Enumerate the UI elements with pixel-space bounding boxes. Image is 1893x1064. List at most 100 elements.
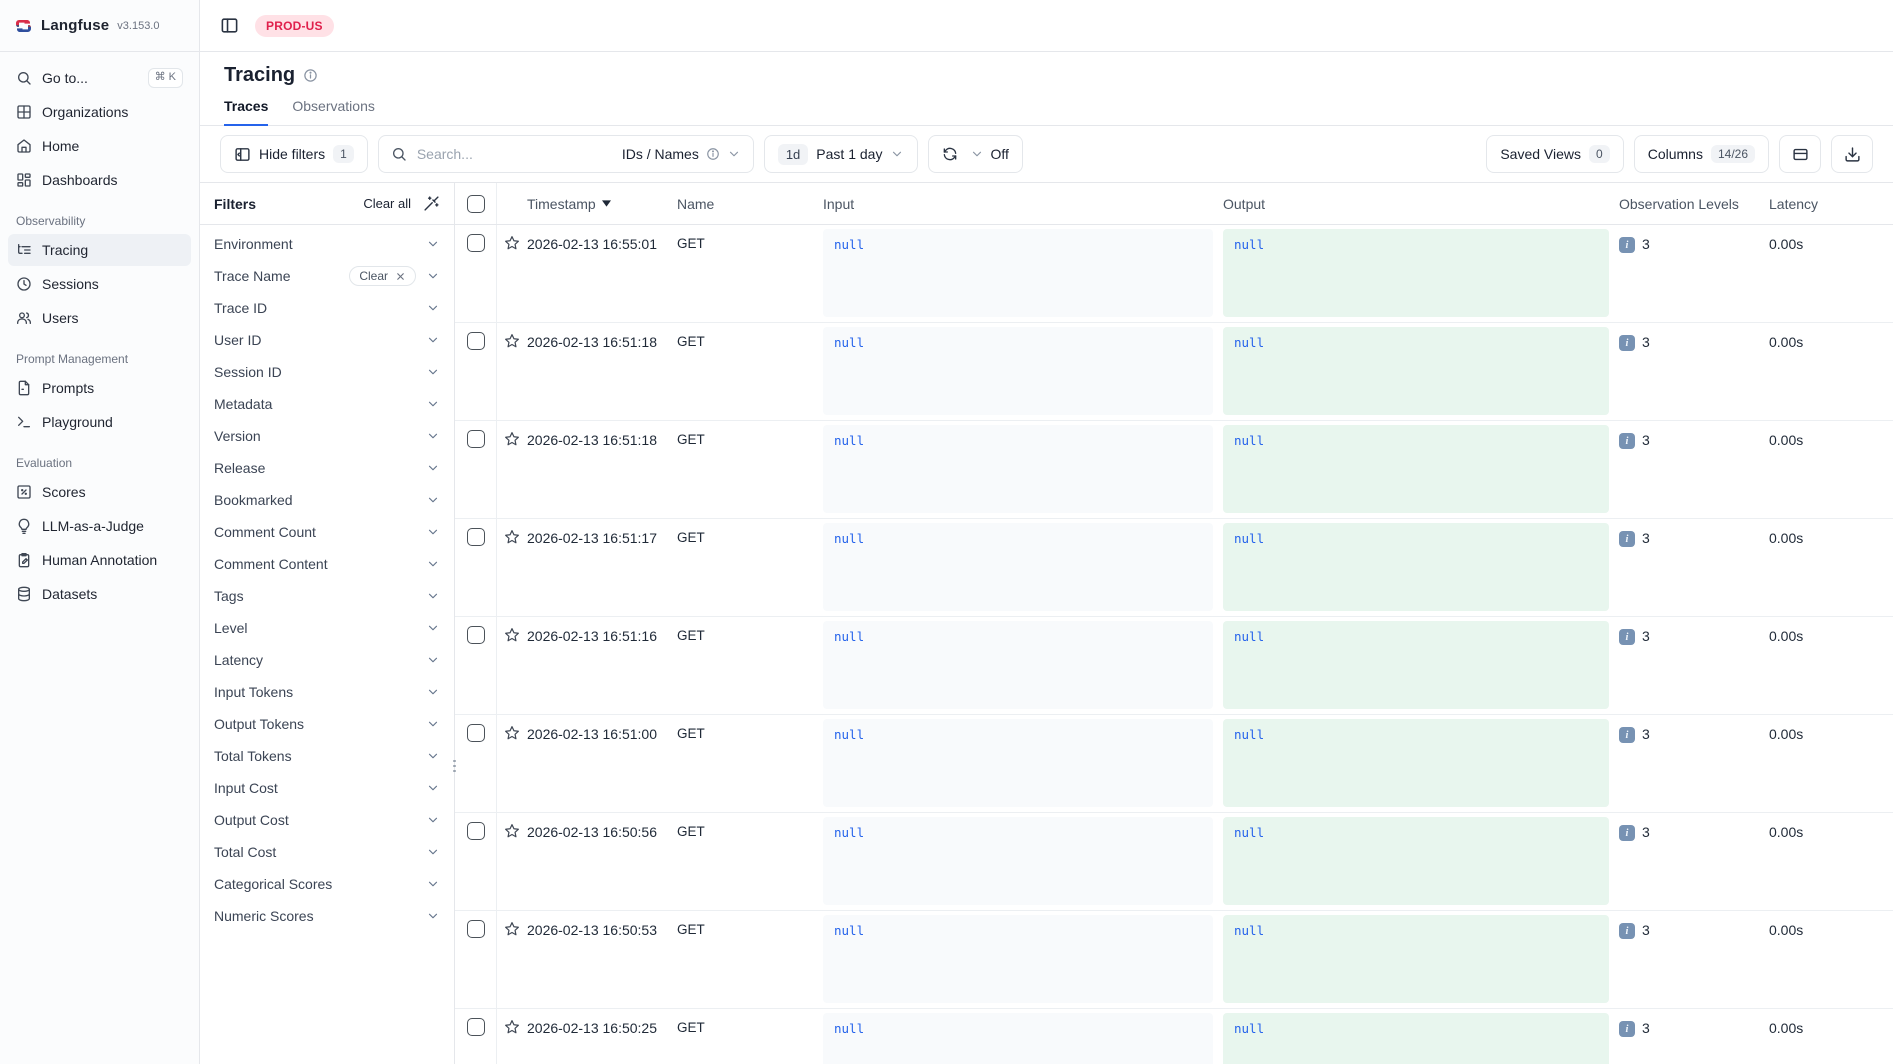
- trace-input-cell[interactable]: null: [823, 229, 1213, 317]
- chevron-down-icon[interactable]: [426, 237, 440, 251]
- chevron-down-icon[interactable]: [426, 365, 440, 379]
- row-checkbox[interactable]: [467, 724, 485, 742]
- trace-name[interactable]: GET: [677, 519, 823, 616]
- filter-row[interactable]: User ID: [200, 324, 454, 356]
- chevron-down-icon[interactable]: [426, 877, 440, 891]
- table-row[interactable]: 2026-02-13 16:50:25 GET null null i 3 0.…: [455, 1009, 1893, 1064]
- hide-filters-button[interactable]: Hide filters 1: [220, 135, 368, 173]
- filter-row[interactable]: Comment Content: [200, 548, 454, 580]
- filter-row[interactable]: Trace ID: [200, 292, 454, 324]
- search-scope-select[interactable]: IDs / Names: [622, 146, 741, 162]
- sidebar-item-home[interactable]: Home: [8, 130, 191, 162]
- column-header-timestamp[interactable]: Timestamp: [527, 183, 677, 224]
- sidebar-item-playground[interactable]: Playground: [8, 406, 191, 438]
- bookmark-star-icon[interactable]: [504, 823, 520, 839]
- row-checkbox[interactable]: [467, 430, 485, 448]
- columns-button[interactable]: Columns 14/26: [1634, 135, 1769, 173]
- filter-row[interactable]: Release: [200, 452, 454, 484]
- filter-row[interactable]: Categorical Scores: [200, 868, 454, 900]
- chevron-down-icon[interactable]: [426, 301, 440, 315]
- trace-name[interactable]: GET: [677, 1009, 823, 1064]
- table-row[interactable]: 2026-02-13 16:51:17 GET null null i 3 0.…: [455, 519, 1893, 617]
- search-box[interactable]: IDs / Names: [378, 135, 754, 173]
- sidebar-item-prompts[interactable]: Prompts: [8, 372, 191, 404]
- row-checkbox[interactable]: [467, 528, 485, 546]
- column-header-observation-levels[interactable]: Observation Levels: [1619, 183, 1769, 224]
- info-icon[interactable]: [303, 68, 318, 83]
- filter-row[interactable]: Comment Count: [200, 516, 454, 548]
- sidebar-item-sessions[interactable]: Sessions: [8, 268, 191, 300]
- refresh-icon[interactable]: [942, 146, 958, 162]
- filter-row[interactable]: Trace Name Clear: [200, 260, 454, 292]
- trace-input-cell[interactable]: null: [823, 425, 1213, 513]
- chevron-down-icon[interactable]: [426, 525, 440, 539]
- filter-row[interactable]: Numeric Scores: [200, 900, 454, 932]
- panel-resize-handle[interactable]: [450, 753, 459, 779]
- filter-row[interactable]: Session ID: [200, 356, 454, 388]
- sidebar-item-llm-as-a-judge[interactable]: LLM-as-a-Judge: [8, 510, 191, 542]
- chevron-down-icon[interactable]: [426, 333, 440, 347]
- chevron-down-icon[interactable]: [426, 749, 440, 763]
- filter-row[interactable]: Output Cost: [200, 804, 454, 836]
- sidebar-item-users[interactable]: Users: [8, 302, 191, 334]
- row-checkbox[interactable]: [467, 920, 485, 938]
- chevron-down-icon[interactable]: [426, 909, 440, 923]
- chevron-down-icon[interactable]: [426, 621, 440, 635]
- column-header-name[interactable]: Name: [677, 183, 823, 224]
- bookmark-star-icon[interactable]: [504, 627, 520, 643]
- bookmark-star-icon[interactable]: [504, 529, 520, 545]
- row-checkbox[interactable]: [467, 1018, 485, 1036]
- sidebar-item-organizations[interactable]: Organizations: [8, 96, 191, 128]
- bookmark-star-icon[interactable]: [504, 333, 520, 349]
- filter-row[interactable]: Environment: [200, 228, 454, 260]
- tab-traces[interactable]: Traces: [224, 98, 268, 126]
- export-button[interactable]: [1831, 135, 1873, 173]
- magic-wand-icon[interactable]: [423, 195, 440, 212]
- sidebar-toggle-icon[interactable]: [220, 16, 239, 35]
- chevron-down-icon[interactable]: [426, 589, 440, 603]
- trace-input-cell[interactable]: null: [823, 621, 1213, 709]
- column-header-output[interactable]: Output: [1223, 183, 1619, 224]
- chevron-down-icon[interactable]: [426, 269, 440, 283]
- select-all-checkbox[interactable]: [467, 195, 485, 213]
- filter-row[interactable]: Metadata: [200, 388, 454, 420]
- filter-row[interactable]: Total Tokens: [200, 740, 454, 772]
- trace-name[interactable]: GET: [677, 911, 823, 1008]
- chevron-down-icon[interactable]: [426, 845, 440, 859]
- chevron-down-icon[interactable]: [426, 429, 440, 443]
- sidebar-item-human-annotation[interactable]: Human Annotation: [8, 544, 191, 576]
- filter-row[interactable]: Total Cost: [200, 836, 454, 868]
- row-checkbox[interactable]: [467, 822, 485, 840]
- trace-output-cell[interactable]: null: [1223, 327, 1609, 415]
- table-row[interactable]: 2026-02-13 16:50:56 GET null null i 3 0.…: [455, 813, 1893, 911]
- trace-input-cell[interactable]: null: [823, 915, 1213, 1003]
- chevron-down-icon[interactable]: [426, 813, 440, 827]
- time-range-select[interactable]: 1d Past 1 day: [764, 135, 919, 173]
- filter-row[interactable]: Version: [200, 420, 454, 452]
- filter-row[interactable]: Level: [200, 612, 454, 644]
- chevron-down-icon[interactable]: [426, 653, 440, 667]
- trace-input-cell[interactable]: null: [823, 1013, 1213, 1064]
- filter-row[interactable]: Bookmarked: [200, 484, 454, 516]
- chevron-down-icon[interactable]: [426, 557, 440, 571]
- environment-badge[interactable]: PROD-US: [255, 15, 334, 37]
- search-input[interactable]: [415, 145, 614, 163]
- chevron-down-icon[interactable]: [426, 397, 440, 411]
- sidebar-item-scores[interactable]: Scores: [8, 476, 191, 508]
- filter-row[interactable]: Output Tokens: [200, 708, 454, 740]
- trace-name[interactable]: GET: [677, 421, 823, 518]
- sidebar-item-datasets[interactable]: Datasets: [8, 578, 191, 610]
- table-row[interactable]: 2026-02-13 16:50:53 GET null null i 3 0.…: [455, 911, 1893, 1009]
- trace-name[interactable]: GET: [677, 323, 823, 420]
- trace-input-cell[interactable]: null: [823, 523, 1213, 611]
- chevron-down-icon[interactable]: [426, 781, 440, 795]
- tab-observations[interactable]: Observations: [292, 98, 374, 126]
- table-row[interactable]: 2026-02-13 16:51:16 GET null null i 3 0.…: [455, 617, 1893, 715]
- bookmark-star-icon[interactable]: [504, 235, 520, 251]
- filter-row[interactable]: Input Tokens: [200, 676, 454, 708]
- trace-output-cell[interactable]: null: [1223, 523, 1609, 611]
- trace-output-cell[interactable]: null: [1223, 915, 1609, 1003]
- close-icon[interactable]: [395, 271, 406, 282]
- column-header-input[interactable]: Input: [823, 183, 1223, 224]
- chevron-down-icon[interactable]: [426, 717, 440, 731]
